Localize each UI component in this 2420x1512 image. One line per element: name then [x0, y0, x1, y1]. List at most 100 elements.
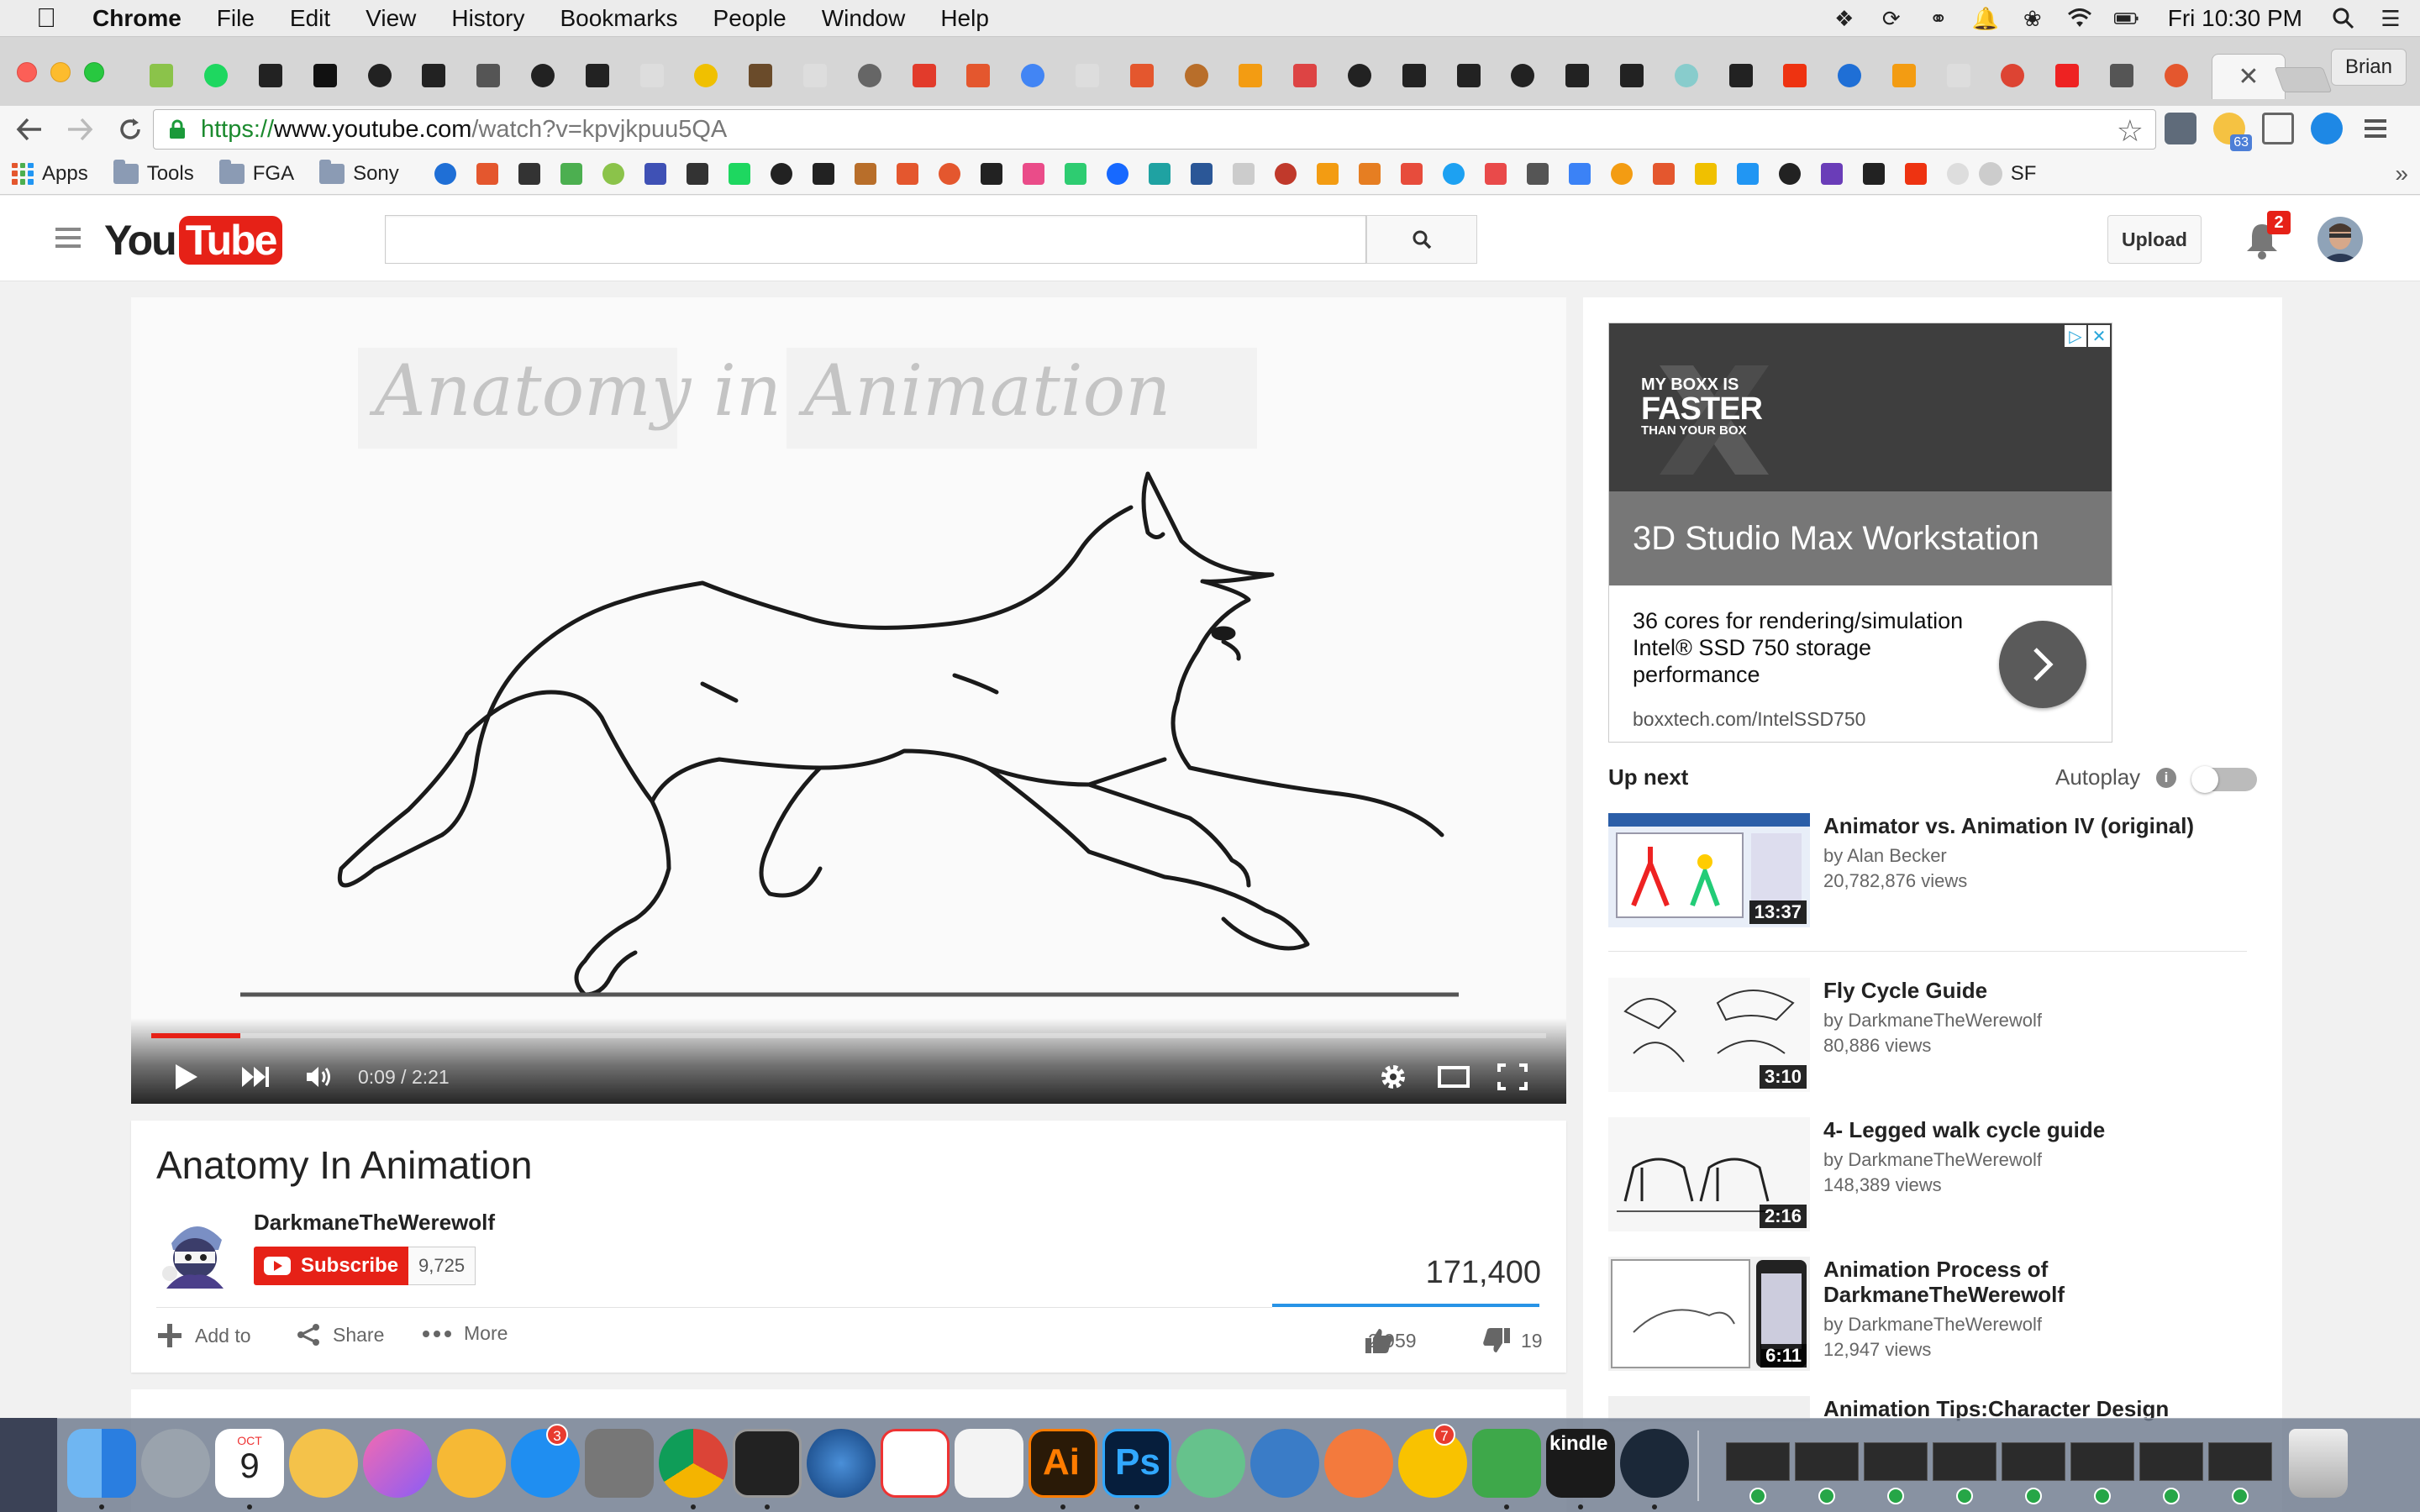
- pinned-tab[interactable]: [297, 55, 352, 96]
- menu-people[interactable]: People: [696, 5, 804, 32]
- bookmark-favicon-item[interactable]: [1643, 162, 1685, 185]
- globe-app-icon[interactable]: [807, 1429, 876, 1498]
- terminal-icon[interactable]: [733, 1429, 802, 1498]
- bookmark-favicon-item[interactable]: [550, 162, 592, 185]
- pinned-tab[interactable]: [1931, 55, 1986, 96]
- bookmark-favicon-item[interactable]: [1181, 162, 1223, 185]
- bookmark-favicon-item[interactable]: [508, 162, 550, 185]
- launchpad-icon[interactable]: [141, 1429, 210, 1498]
- user-avatar[interactable]: [2317, 217, 2363, 262]
- upload-button[interactable]: Upload: [2107, 215, 2202, 264]
- ad-title[interactable]: 3D Studio Max Workstation: [1609, 491, 2112, 585]
- bookmark-favicon-item[interactable]: [1895, 162, 1937, 185]
- secure-lock-icon[interactable]: [154, 119, 201, 139]
- minimized-window-thumbnail[interactable]: [2002, 1442, 2065, 1481]
- pinned-tab[interactable]: [1659, 55, 1713, 96]
- pinned-tab[interactable]: [1605, 55, 1660, 96]
- pinned-tab[interactable]: [1006, 55, 1060, 96]
- video-frame[interactable]: Anatomy in Animation: [131, 297, 1566, 1104]
- bookmark-favicon-item[interactable]: [1853, 162, 1895, 185]
- bookmark-favicon-item[interactable]: [1517, 162, 1559, 185]
- pocket-extension-icon[interactable]: [2165, 113, 2196, 144]
- theater-mode-button[interactable]: [1428, 1052, 1479, 1102]
- bookmark-favicon-item[interactable]: [1391, 162, 1433, 185]
- progress-bar[interactable]: [151, 1033, 1546, 1038]
- menu-file[interactable]: File: [199, 5, 272, 32]
- illustrator-icon[interactable]: Ai: [1028, 1429, 1097, 1498]
- pinned-tab[interactable]: [2095, 55, 2149, 96]
- settings-button[interactable]: [1368, 1052, 1418, 1102]
- trash-icon[interactable]: [2289, 1429, 2348, 1498]
- video-player[interactable]: Anatomy in Animation 0:09 / 2:21: [131, 297, 1566, 1104]
- notification-count-badge[interactable]: 2: [2267, 211, 2291, 234]
- bookmark-favicon-item[interactable]: [971, 162, 1013, 185]
- bookmark-favicon-item[interactable]: [676, 162, 718, 185]
- profile-button[interactable]: Brian: [2330, 49, 2407, 86]
- info-icon[interactable]: i: [2156, 768, 2176, 788]
- sync-icon[interactable]: ⟳: [1879, 6, 1904, 31]
- pinned-tab[interactable]: [1169, 55, 1223, 96]
- autoplay-toggle[interactable]: [2191, 766, 2257, 793]
- pinned-tab[interactable]: [679, 55, 734, 96]
- recommendation-title[interactable]: 4- Legged walk cycle guide: [1823, 1117, 2260, 1142]
- minimized-window-thumbnail[interactable]: [1933, 1442, 1996, 1481]
- bookmark-favicon-item[interactable]: [1601, 162, 1643, 185]
- photos-sun-icon[interactable]: [289, 1429, 358, 1498]
- bookmark-apps[interactable]: Apps: [12, 162, 88, 186]
- thumbs-down-icon[interactable]: [1482, 1327, 1511, 1354]
- pinned-tab[interactable]: [134, 55, 189, 96]
- sidebar-ad[interactable]: ▷ ✕ MY BOXX IS FASTER THAN YOUR BOX 3D S…: [1608, 323, 2112, 743]
- more-button[interactable]: More: [422, 1322, 508, 1345]
- photoshop-icon[interactable]: Ps: [1102, 1429, 1171, 1498]
- hamburger-menu-icon[interactable]: [55, 228, 81, 248]
- active-tab[interactable]: ✕: [2212, 54, 2286, 99]
- adchoices-icon[interactable]: ▷: [2065, 325, 2086, 347]
- bookmark-favicon-item[interactable]: [466, 162, 508, 185]
- yellow-app-icon[interactable]: [437, 1429, 506, 1498]
- pinned-tab[interactable]: [2040, 55, 2095, 96]
- menu-view[interactable]: View: [348, 5, 434, 32]
- minimized-window-thumbnail[interactable]: [2070, 1442, 2134, 1481]
- pinned-tab[interactable]: [897, 55, 951, 96]
- share-button[interactable]: Share: [296, 1322, 384, 1347]
- back-button[interactable]: [8, 108, 50, 150]
- bookmark-favicon-item[interactable]: [1055, 162, 1097, 185]
- search-input[interactable]: [385, 215, 1366, 264]
- pinned-tab[interactable]: [1877, 55, 1932, 96]
- pinned-tab[interactable]: [1333, 55, 1387, 96]
- bookmark-folder-sony[interactable]: Sony: [319, 159, 399, 186]
- bookmark-favicon-item[interactable]: [1139, 162, 1181, 185]
- pinned-tab[interactable]: [1768, 55, 1823, 96]
- calendar-icon[interactable]: OCT 9: [215, 1429, 284, 1498]
- recommendation-title[interactable]: Animator vs. Animation IV (original): [1823, 813, 2260, 838]
- apple-menu-icon[interactable]: : [0, 3, 92, 34]
- window-fullscreen-button[interactable]: [84, 62, 104, 82]
- pinned-tab[interactable]: [1713, 55, 1768, 96]
- bookmark-favicon-item[interactable]: [1265, 162, 1307, 185]
- pen-app-icon[interactable]: [1324, 1429, 1393, 1498]
- notification-center-icon[interactable]: ☰: [2378, 6, 2403, 31]
- bookmark-favicon-item[interactable]: [1013, 162, 1055, 185]
- adchoices[interactable]: ▷ ✕: [2065, 325, 2110, 347]
- menu-help[interactable]: Help: [923, 5, 1007, 32]
- pinned-tab[interactable]: [244, 55, 298, 96]
- creative-cloud-icon[interactable]: ⚭: [1926, 6, 1951, 31]
- minimized-window-thumbnail[interactable]: [2208, 1442, 2272, 1481]
- menubar-clock[interactable]: Fri 10:30 PM: [2168, 5, 2302, 32]
- pinned-tab[interactable]: [407, 55, 461, 96]
- norton-icon[interactable]: [1398, 1429, 1467, 1498]
- bookmark-favicon-item[interactable]: [424, 162, 466, 185]
- pinned-tab[interactable]: [352, 55, 407, 96]
- ad-arrow-button[interactable]: [1999, 621, 2086, 708]
- bookmark-favicon-item[interactable]: [1727, 162, 1769, 185]
- steam-icon[interactable]: [1620, 1429, 1689, 1498]
- finder-icon[interactable]: [67, 1429, 136, 1498]
- pinned-tab[interactable]: [1441, 55, 1496, 96]
- bookmark-folder-tools[interactable]: Tools: [113, 159, 194, 186]
- address-bar[interactable]: https:// www.youtube.com /watch?v=kpvjkp…: [153, 109, 2156, 150]
- recommendation-item[interactable]: 2:16 4- Legged walk cycle guide by Darkm…: [1608, 1117, 2264, 1235]
- bookmark-favicon-item[interactable]: [1097, 162, 1139, 185]
- bookmark-favicon-item[interactable]: [1349, 162, 1391, 185]
- bookmark-favicon-item[interactable]: [886, 162, 929, 185]
- bookmark-favicon-item[interactable]: [1769, 162, 1811, 185]
